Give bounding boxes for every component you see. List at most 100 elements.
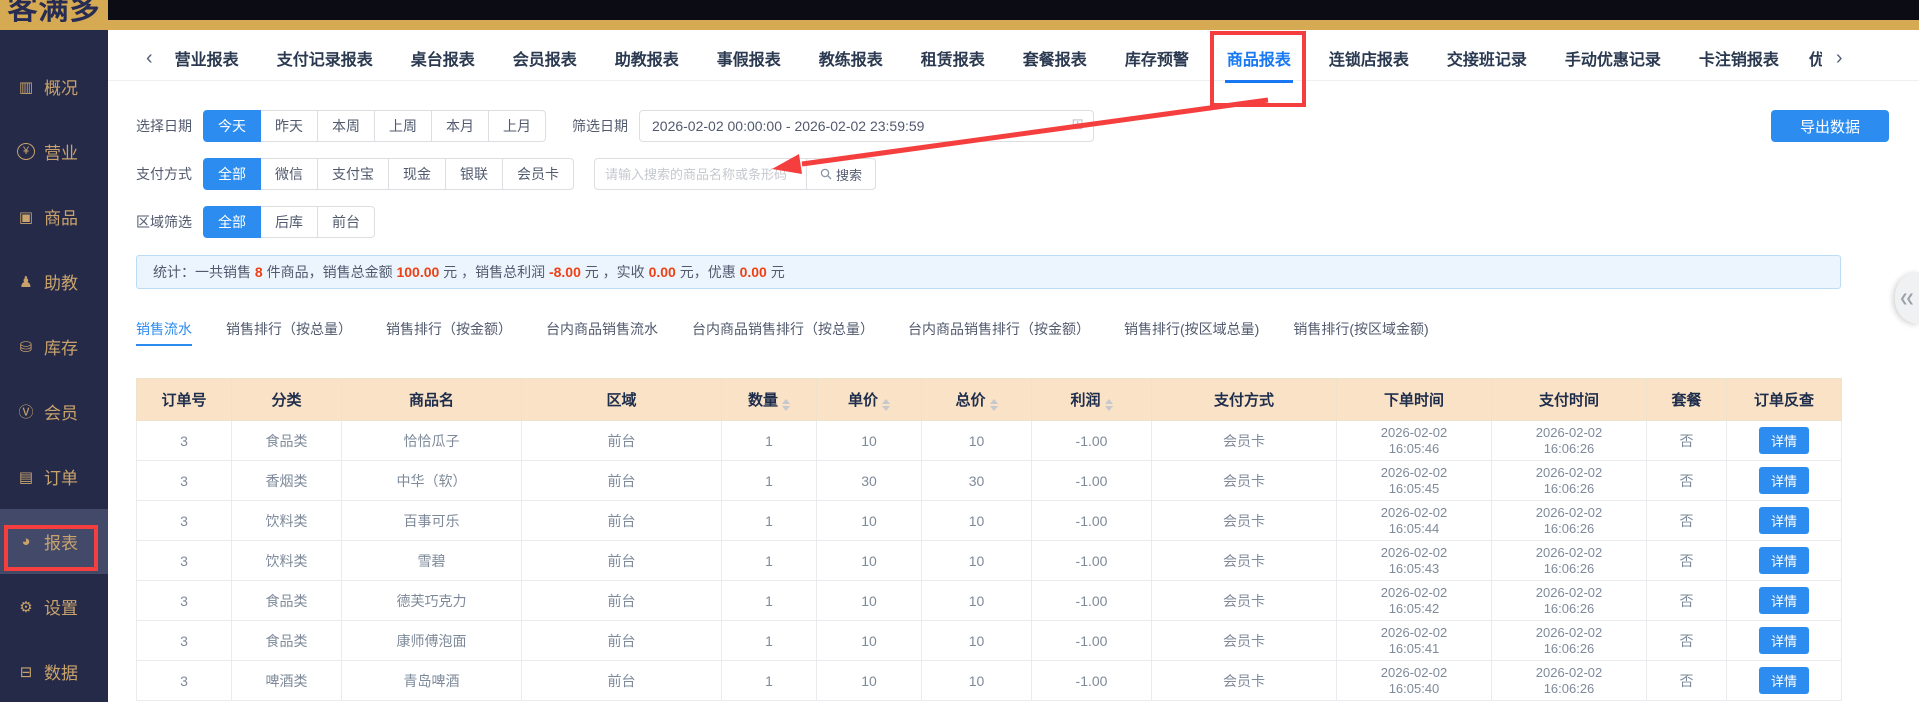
sort-arrows-icon[interactable]	[989, 398, 998, 411]
report-tab[interactable]: 桌台报表	[411, 46, 475, 70]
report-tab[interactable]: 手动优惠记录	[1565, 46, 1661, 70]
date-quick-button[interactable]: 上周	[374, 110, 432, 142]
region-button[interactable]: 全部	[203, 206, 261, 238]
cell-pay-method: 会员卡	[1151, 660, 1337, 701]
stat-text: 元 ，实收	[580, 264, 649, 280]
report-tab[interactable]: 助教报表	[615, 46, 679, 70]
date-quick-button[interactable]: 本月	[431, 110, 489, 142]
date-range-input[interactable]: ⊞	[639, 110, 1094, 142]
report-tab[interactable]: 商品报表	[1209, 31, 1306, 107]
cell-order-time: 2026-02-02 16:05:44	[1336, 500, 1492, 541]
detail-button[interactable]: 详情	[1758, 467, 1809, 494]
cell-pay-time: 2026-02-02 16:06:26	[1491, 460, 1647, 501]
column-header[interactable]: 数量	[721, 378, 817, 421]
report-tab[interactable]: 库存预警	[1125, 46, 1189, 70]
tabs-scroll-left-icon[interactable]: ‹	[146, 48, 153, 68]
report-tab[interactable]: 营业报表	[175, 46, 239, 70]
cell-order-time: 2026-02-02 16:05:41	[1336, 620, 1492, 661]
report-tab[interactable]: 卡注销报表	[1699, 46, 1779, 70]
sidebar-item-business[interactable]: ¥ 营业	[0, 119, 108, 184]
cell-category: 食品类	[231, 580, 342, 621]
report-subtab[interactable]: 销售排行(按区域金额)	[1293, 319, 1428, 339]
sort-arrows-icon[interactable]	[882, 398, 890, 411]
report-subtab[interactable]: 销售排行（按总量）	[226, 319, 352, 339]
sort-arrows-icon[interactable]	[782, 398, 790, 411]
export-data-button[interactable]: 导出数据	[1771, 110, 1889, 142]
datetime-date: 2026-02-02	[1380, 424, 1448, 440]
pay-method-button[interactable]: 会员卡	[502, 158, 574, 190]
datetime-date: 2026-02-02	[1535, 624, 1603, 640]
detail-button[interactable]: 详情	[1758, 427, 1809, 454]
datetime-time: 16:06:26	[1543, 440, 1595, 456]
report-subtab[interactable]: 台内商品销售排行（按金额）	[908, 319, 1090, 339]
sidebar-item-overview[interactable]: ▥ 概况	[0, 54, 108, 119]
report-subtab[interactable]: 销售排行（按金额）	[386, 319, 512, 339]
datetime-time: 16:05:44	[1388, 520, 1440, 536]
report-subtab[interactable]: 台内商品销售排行（按总量）	[692, 319, 874, 339]
search-button-label: 搜索	[836, 167, 863, 183]
sidebar-item-products[interactable]: ▣ 商品	[0, 184, 108, 249]
report-subtab[interactable]: 台内商品销售流水	[546, 319, 658, 339]
sort-arrows-icon[interactable]	[1104, 398, 1113, 411]
detail-button[interactable]: 详情	[1758, 547, 1809, 574]
report-tab[interactable]: 事假报表	[717, 46, 781, 70]
search-button[interactable]: 搜索	[807, 158, 877, 190]
report-subtab[interactable]: 销售排行(按区域总量)	[1124, 319, 1259, 339]
sidebar-item-settings[interactable]: ⚙ 设置	[0, 574, 108, 639]
cell-qty: 1	[721, 540, 817, 581]
summary-stats-bar: 统计：一共销售 8 件商品，销售总金额 100.00 元 ，销售总利润 -8.0…	[136, 255, 1841, 289]
date-quick-button[interactable]: 昨天	[260, 110, 318, 142]
report-tab[interactable]: 租赁报表	[921, 46, 985, 70]
report-tab[interactable]: 会员报表	[513, 46, 577, 70]
report-tab[interactable]: 套餐报表	[1023, 46, 1087, 70]
sidebar-item-inventory[interactable]: ⛁ 库存	[0, 314, 108, 379]
app-logo-text: 客满多	[7, 0, 101, 26]
report-subtab[interactable]: 销售流水	[136, 319, 192, 346]
date-quick-button[interactable]: 本周	[317, 110, 375, 142]
tab-overflow-fragment[interactable]: 优	[1809, 46, 1822, 70]
pay-method-button[interactable]: 现金	[388, 158, 446, 190]
tabs-scroll-right-icon[interactable]: ›	[1836, 48, 1843, 68]
pay-method-button[interactable]: 全部	[203, 158, 261, 190]
main-content: ‹ 营业报表 支付记录报表 桌台报表 会员报表 助教报表 事假报表 教练报表 租赁报表 套餐报表…	[108, 30, 1919, 702]
detail-button[interactable]: 详情	[1758, 507, 1809, 534]
region-button[interactable]: 后库	[260, 206, 318, 238]
report-tab[interactable]: 教练报表	[819, 46, 883, 70]
column-header[interactable]: 总价	[921, 378, 1032, 421]
sales-table-wrap: 订单号 分类 商品名 区域 数量 单价 总价 利润 支付方式 下单时间 支付时间 套餐 订单反查 3 食品…	[136, 378, 1842, 701]
sort-asc-icon	[882, 398, 890, 404]
date-quick-button[interactable]: 今天	[203, 110, 261, 142]
cell-pay-time: 2026-02-02 16:06:26	[1491, 540, 1647, 581]
column-header[interactable]: 利润	[1031, 378, 1152, 421]
product-search-input[interactable]	[594, 158, 807, 190]
cell-profit: -1.00	[1031, 420, 1152, 461]
detail-button[interactable]: 详情	[1758, 667, 1809, 694]
detail-button[interactable]: 详情	[1758, 587, 1809, 614]
report-tab[interactable]: 连锁店报表	[1329, 46, 1409, 70]
sidebar-item-label: 营业	[44, 144, 78, 163]
datetime-date: 2026-02-02	[1535, 424, 1603, 440]
sidebar-item-members[interactable]: Ⓥ 会员	[0, 379, 108, 444]
cell-combo: 否	[1646, 460, 1727, 501]
clipboard-icon: ▤	[18, 468, 34, 486]
datetime-date: 2026-02-02	[1535, 504, 1603, 520]
cell-product: 恰恰瓜子	[341, 420, 522, 461]
column-header[interactable]: 单价	[816, 378, 922, 421]
date-range-value[interactable]	[652, 118, 1063, 134]
date-quick-button[interactable]: 上月	[488, 110, 546, 142]
sidebar-item-label: 库存	[44, 339, 78, 358]
sidebar-item-data[interactable]: ⊟ 数据	[0, 639, 108, 702]
sidebar-item-orders[interactable]: ▤ 订单	[0, 444, 108, 509]
pay-method-button[interactable]: 支付宝	[317, 158, 389, 190]
pay-method-button[interactable]: 微信	[260, 158, 318, 190]
cell-category: 食品类	[231, 420, 342, 461]
region-button[interactable]: 前台	[317, 206, 375, 238]
report-tab[interactable]: 支付记录报表	[277, 46, 373, 70]
report-tab[interactable]: 交接班记录	[1447, 46, 1527, 70]
cell-total-price: 30	[921, 460, 1032, 501]
sidebar-item-reports[interactable]: ◕ 报表	[0, 509, 108, 574]
pay-method-button[interactable]: 银联	[445, 158, 503, 190]
detail-button[interactable]: 详情	[1758, 627, 1809, 654]
sidebar-item-assistant[interactable]: ♟ 助教	[0, 249, 108, 314]
datetime-time: 16:05:40	[1388, 680, 1440, 696]
